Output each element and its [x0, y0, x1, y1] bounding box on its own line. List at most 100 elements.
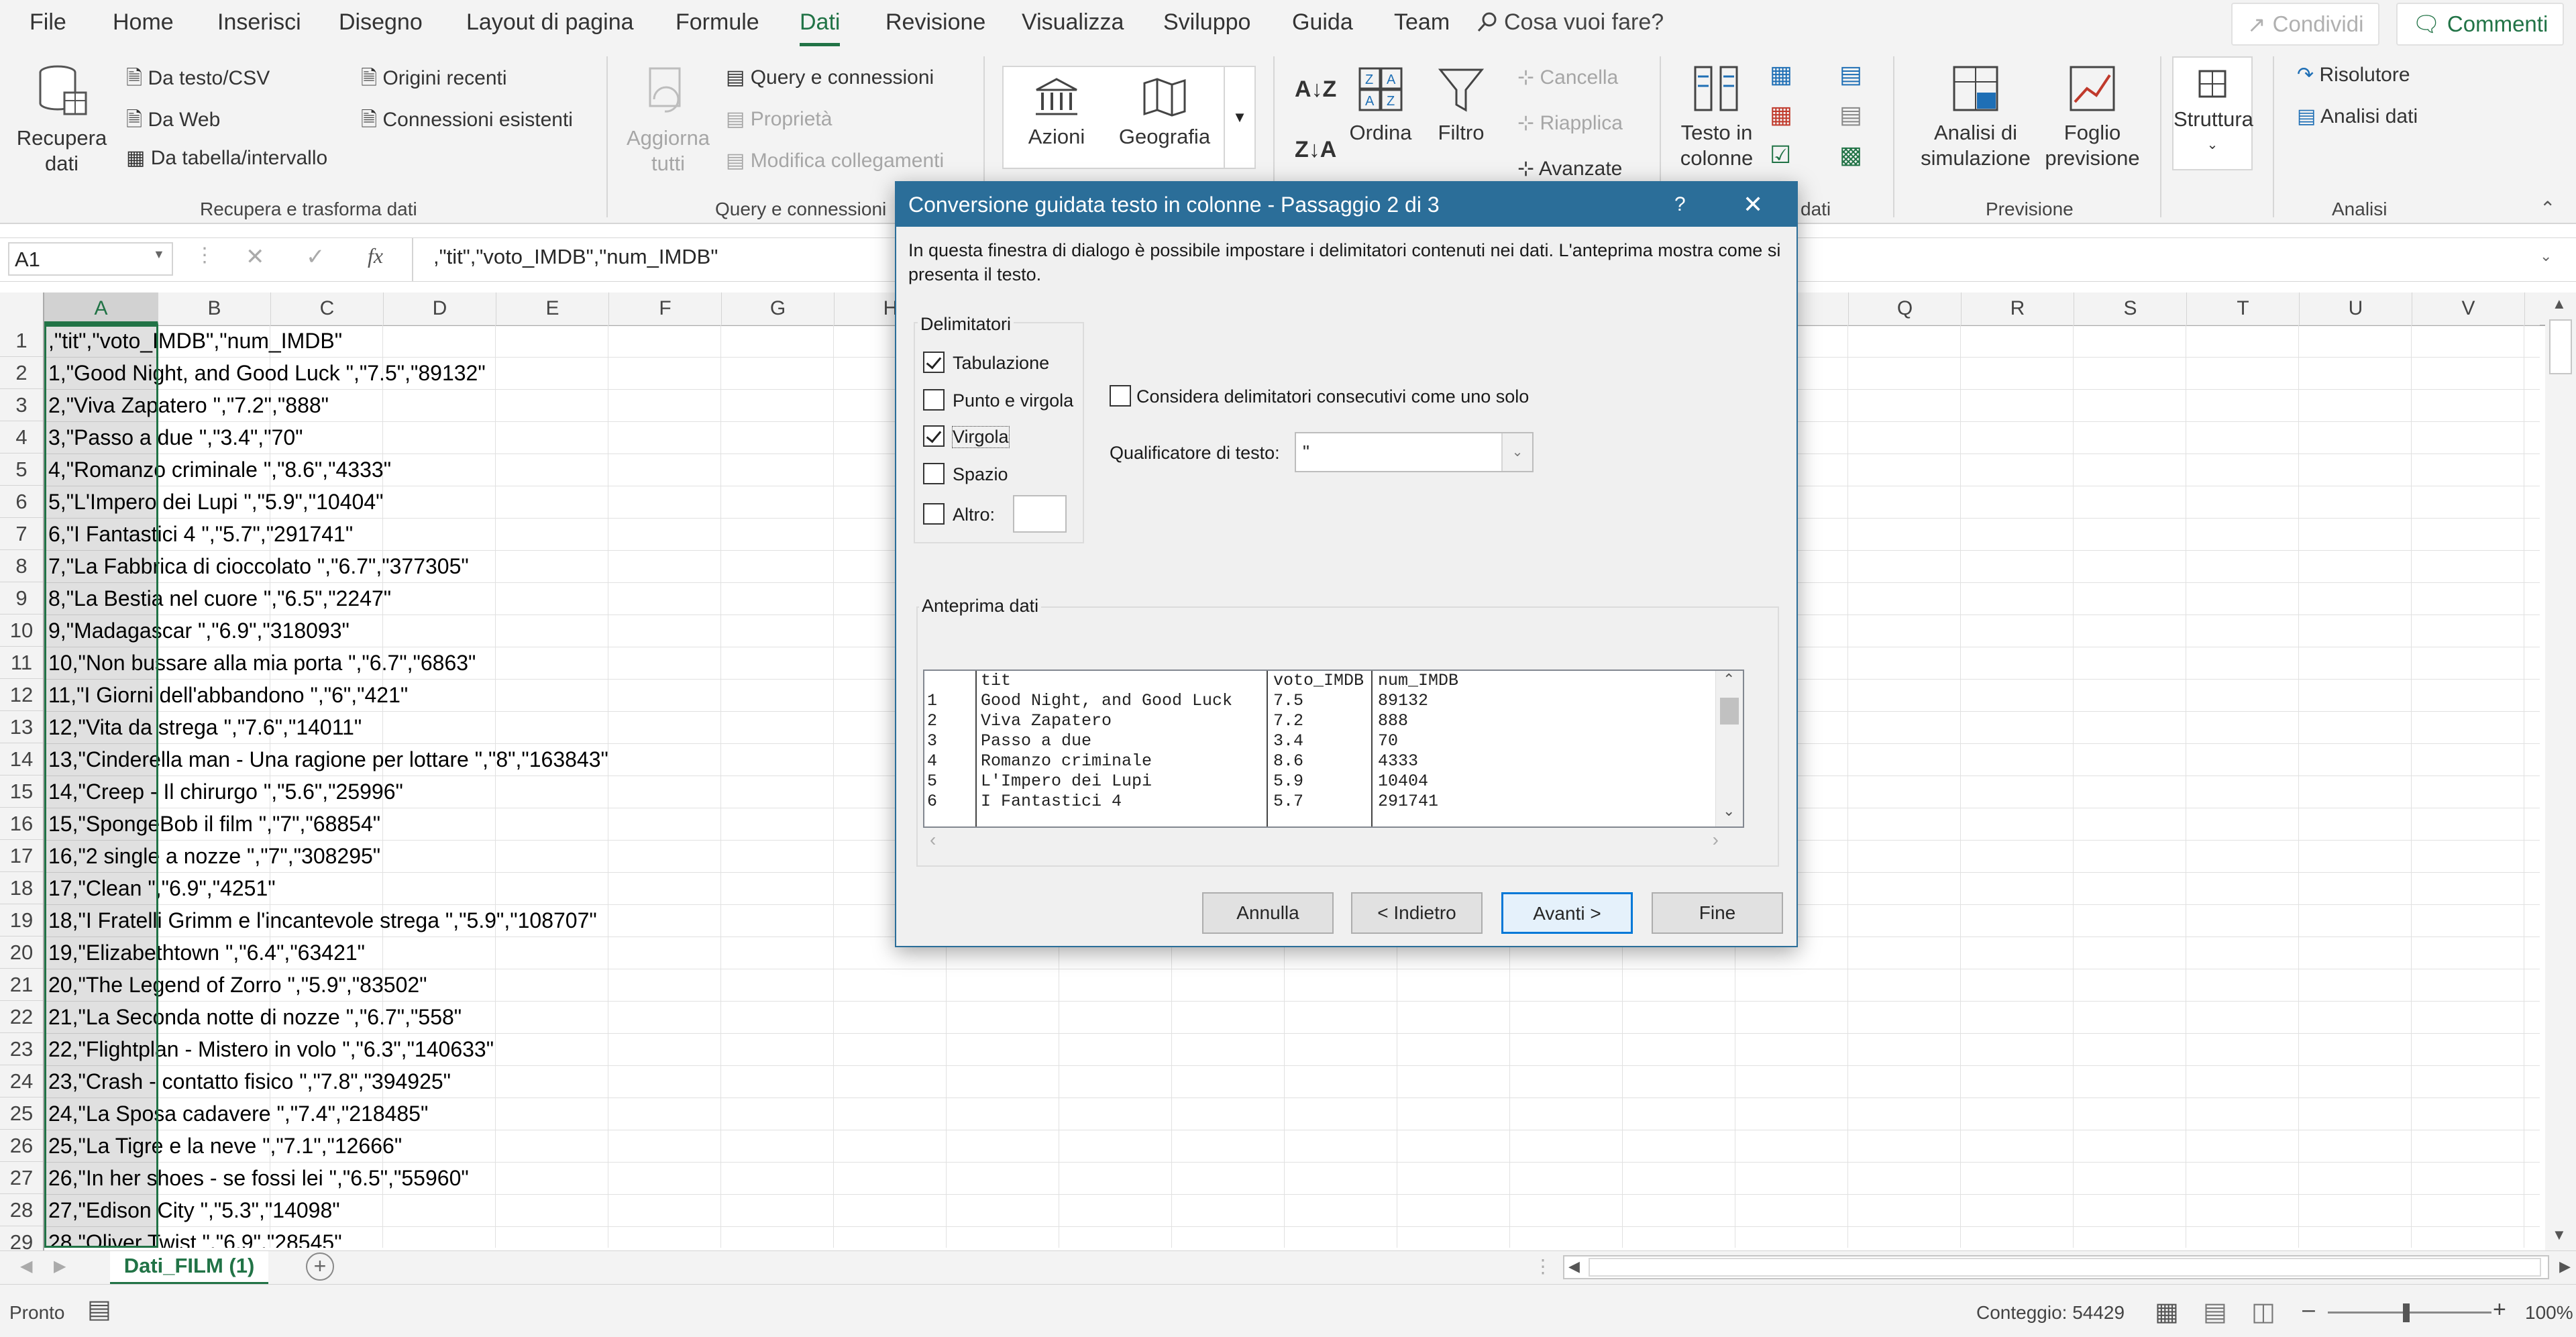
comma-checkbox-label[interactable]: Virgola	[952, 426, 1010, 448]
comma-checkbox[interactable]	[923, 425, 945, 447]
from-web-button[interactable]: 🗎 Da Web	[126, 105, 220, 139]
comments-button[interactable]: 🗨 Commenti	[2396, 3, 2565, 46]
row-header[interactable]: 27	[0, 1162, 43, 1194]
cancel-button[interactable]: Annulla	[1202, 892, 1334, 934]
get-data-button[interactable]: Recupera dati	[15, 63, 109, 176]
queries-connections-button[interactable]: ▤ Query e connessioni	[726, 66, 934, 89]
tab-review[interactable]: Revisione	[885, 9, 985, 36]
tab-checkbox[interactable]	[923, 352, 945, 373]
row-header[interactable]: 11	[0, 647, 43, 679]
row-header[interactable]: 19	[0, 904, 43, 937]
column-header[interactable]: V	[2412, 292, 2525, 325]
row-header[interactable]: 20	[0, 937, 43, 969]
row-header[interactable]: 17	[0, 840, 43, 872]
tab-draw[interactable]: Disegno	[339, 9, 423, 36]
row-header[interactable]: 3	[0, 389, 43, 421]
page-layout-view-icon[interactable]: ▤	[2203, 1297, 2227, 1327]
text-to-columns-button[interactable]: Testo in colonne	[1673, 63, 1760, 171]
refresh-all-button[interactable]: Aggiorna tutti	[621, 63, 715, 176]
recent-sources-button[interactable]: 🗎 Origini recenti	[361, 63, 507, 97]
existing-connections-button[interactable]: 🗎 Connessioni esistenti	[361, 105, 573, 139]
data-validation-icon[interactable]: ☑	[1770, 141, 1791, 169]
consecutive-checkbox[interactable]	[1110, 385, 1131, 407]
collapse-ribbon-icon[interactable]: ⌃	[2540, 197, 2555, 219]
tab-home[interactable]: Home	[113, 9, 174, 36]
row-header[interactable]: 25	[0, 1098, 43, 1130]
dialog-title-bar[interactable]: Conversione guidata testo in colonne - P…	[896, 182, 1796, 227]
sort-az-icon[interactable]: A↓Z	[1295, 76, 1336, 103]
consolidate-icon[interactable]: ▤	[1839, 60, 1862, 89]
row-header[interactable]: 26	[0, 1130, 43, 1162]
chevron-down-icon[interactable]: ⌄	[1501, 433, 1532, 471]
from-text-csv-button[interactable]: 🗎 Da testo/CSV	[126, 63, 270, 97]
row-header[interactable]: 7	[0, 518, 43, 550]
tab-developer[interactable]: Sviluppo	[1163, 9, 1250, 36]
add-sheet-icon[interactable]: +	[306, 1252, 334, 1281]
scroll-thumb-h[interactable]	[1589, 1258, 2541, 1277]
row-header[interactable]: 12	[0, 679, 43, 711]
formula-input[interactable]: ,"tit","voto_IMDB","num_IMDB"	[433, 245, 718, 269]
column-header[interactable]: Q	[1849, 292, 1962, 325]
scroll-right-icon[interactable]: ›	[1713, 829, 1719, 851]
zoom-in-icon[interactable]: +	[2493, 1297, 2506, 1323]
space-checkbox-label[interactable]: Spazio	[953, 464, 1008, 485]
column-header[interactable]: E	[496, 292, 609, 325]
tab-data[interactable]: Dati	[800, 9, 841, 46]
relationships-icon[interactable]: ▤	[1839, 101, 1862, 129]
qualifier-select[interactable]: " ⌄	[1295, 432, 1534, 472]
column-header[interactable]: R	[1962, 292, 2074, 325]
zoom-out-icon[interactable]: –	[2302, 1297, 2315, 1323]
help-icon[interactable]: ?	[1674, 182, 1686, 227]
row-header[interactable]: 28	[0, 1194, 43, 1226]
filter-button[interactable]: Filtro	[1428, 66, 1495, 146]
other-delimiter-input[interactable]	[1013, 495, 1067, 533]
cancel-icon[interactable]: ✕	[246, 244, 265, 270]
macro-record-icon[interactable]: ▤	[87, 1294, 111, 1324]
column-header[interactable]: A	[44, 292, 158, 325]
data-model-icon[interactable]: ▩	[1839, 141, 1862, 169]
row-header[interactable]: 6	[0, 486, 43, 518]
semicolon-checkbox[interactable]	[923, 389, 945, 411]
scroll-thumb[interactable]	[2549, 319, 2572, 374]
row-header[interactable]: 5	[0, 453, 43, 486]
column-header[interactable]: U	[2300, 292, 2412, 325]
row-header[interactable]: 23	[0, 1033, 43, 1065]
scroll-down-icon[interactable]: ▼	[2552, 1226, 2567, 1244]
scroll-up-icon[interactable]: ⌃	[1723, 671, 1735, 688]
prev-sheet-icon[interactable]: ◀	[20, 1256, 32, 1276]
tab-page-layout[interactable]: Layout di pagina	[466, 9, 634, 36]
next-button[interactable]: Avanti >	[1501, 892, 1633, 934]
name-box[interactable]: A1	[8, 242, 173, 276]
outline-button[interactable]: Struttura ⌄	[2172, 56, 2253, 170]
preview-hscroll[interactable]: ‹ ›	[923, 829, 1719, 853]
preview-scroll-thumb[interactable]	[1720, 698, 1739, 725]
share-button[interactable]: ↗ Condividi	[2231, 3, 2380, 46]
column-header[interactable]: F	[609, 292, 722, 325]
scroll-right-icon[interactable]: ▶	[2559, 1258, 2571, 1275]
zoom-level[interactable]: 100%	[2525, 1302, 2573, 1324]
tell-me-search[interactable]: Cosa vuoi fare?	[1476, 9, 1664, 36]
name-box-dropdown-icon[interactable]: ▼	[153, 248, 165, 262]
sort-za-icon[interactable]: Z↓A	[1295, 137, 1336, 163]
space-checkbox[interactable]	[923, 463, 945, 484]
column-header[interactable]: T	[2187, 292, 2300, 325]
edit-links-button[interactable]: ▤ Modifica collegamenti	[726, 149, 944, 172]
solver-button[interactable]: ↷ Risolutore	[2297, 63, 2410, 87]
preview-vscroll[interactable]: ⌃ ⌄	[1715, 671, 1743, 826]
row-header[interactable]: 1	[0, 325, 43, 357]
row-header[interactable]: 9	[0, 582, 43, 614]
select-all-corner[interactable]	[0, 292, 44, 325]
tab-checkbox-label[interactable]: Tabulazione	[953, 353, 1049, 374]
column-header[interactable]: D	[384, 292, 496, 325]
row-header[interactable]: 2	[0, 357, 43, 389]
confirm-icon[interactable]: ✓	[306, 244, 325, 270]
row-header[interactable]: 13	[0, 711, 43, 743]
flash-fill-icon[interactable]: ▦	[1770, 60, 1792, 89]
what-if-button[interactable]: Analisi di simulazione	[1911, 63, 2041, 171]
row-header[interactable]: 22	[0, 1001, 43, 1033]
stocks-button[interactable]: Azioni	[1013, 76, 1100, 150]
advanced-filter-button[interactable]: ⊹ Avanzate	[1517, 157, 1622, 180]
row-header[interactable]: 24	[0, 1065, 43, 1098]
zoom-slider-thumb[interactable]	[2403, 1303, 2410, 1322]
row-header[interactable]: 8	[0, 550, 43, 582]
